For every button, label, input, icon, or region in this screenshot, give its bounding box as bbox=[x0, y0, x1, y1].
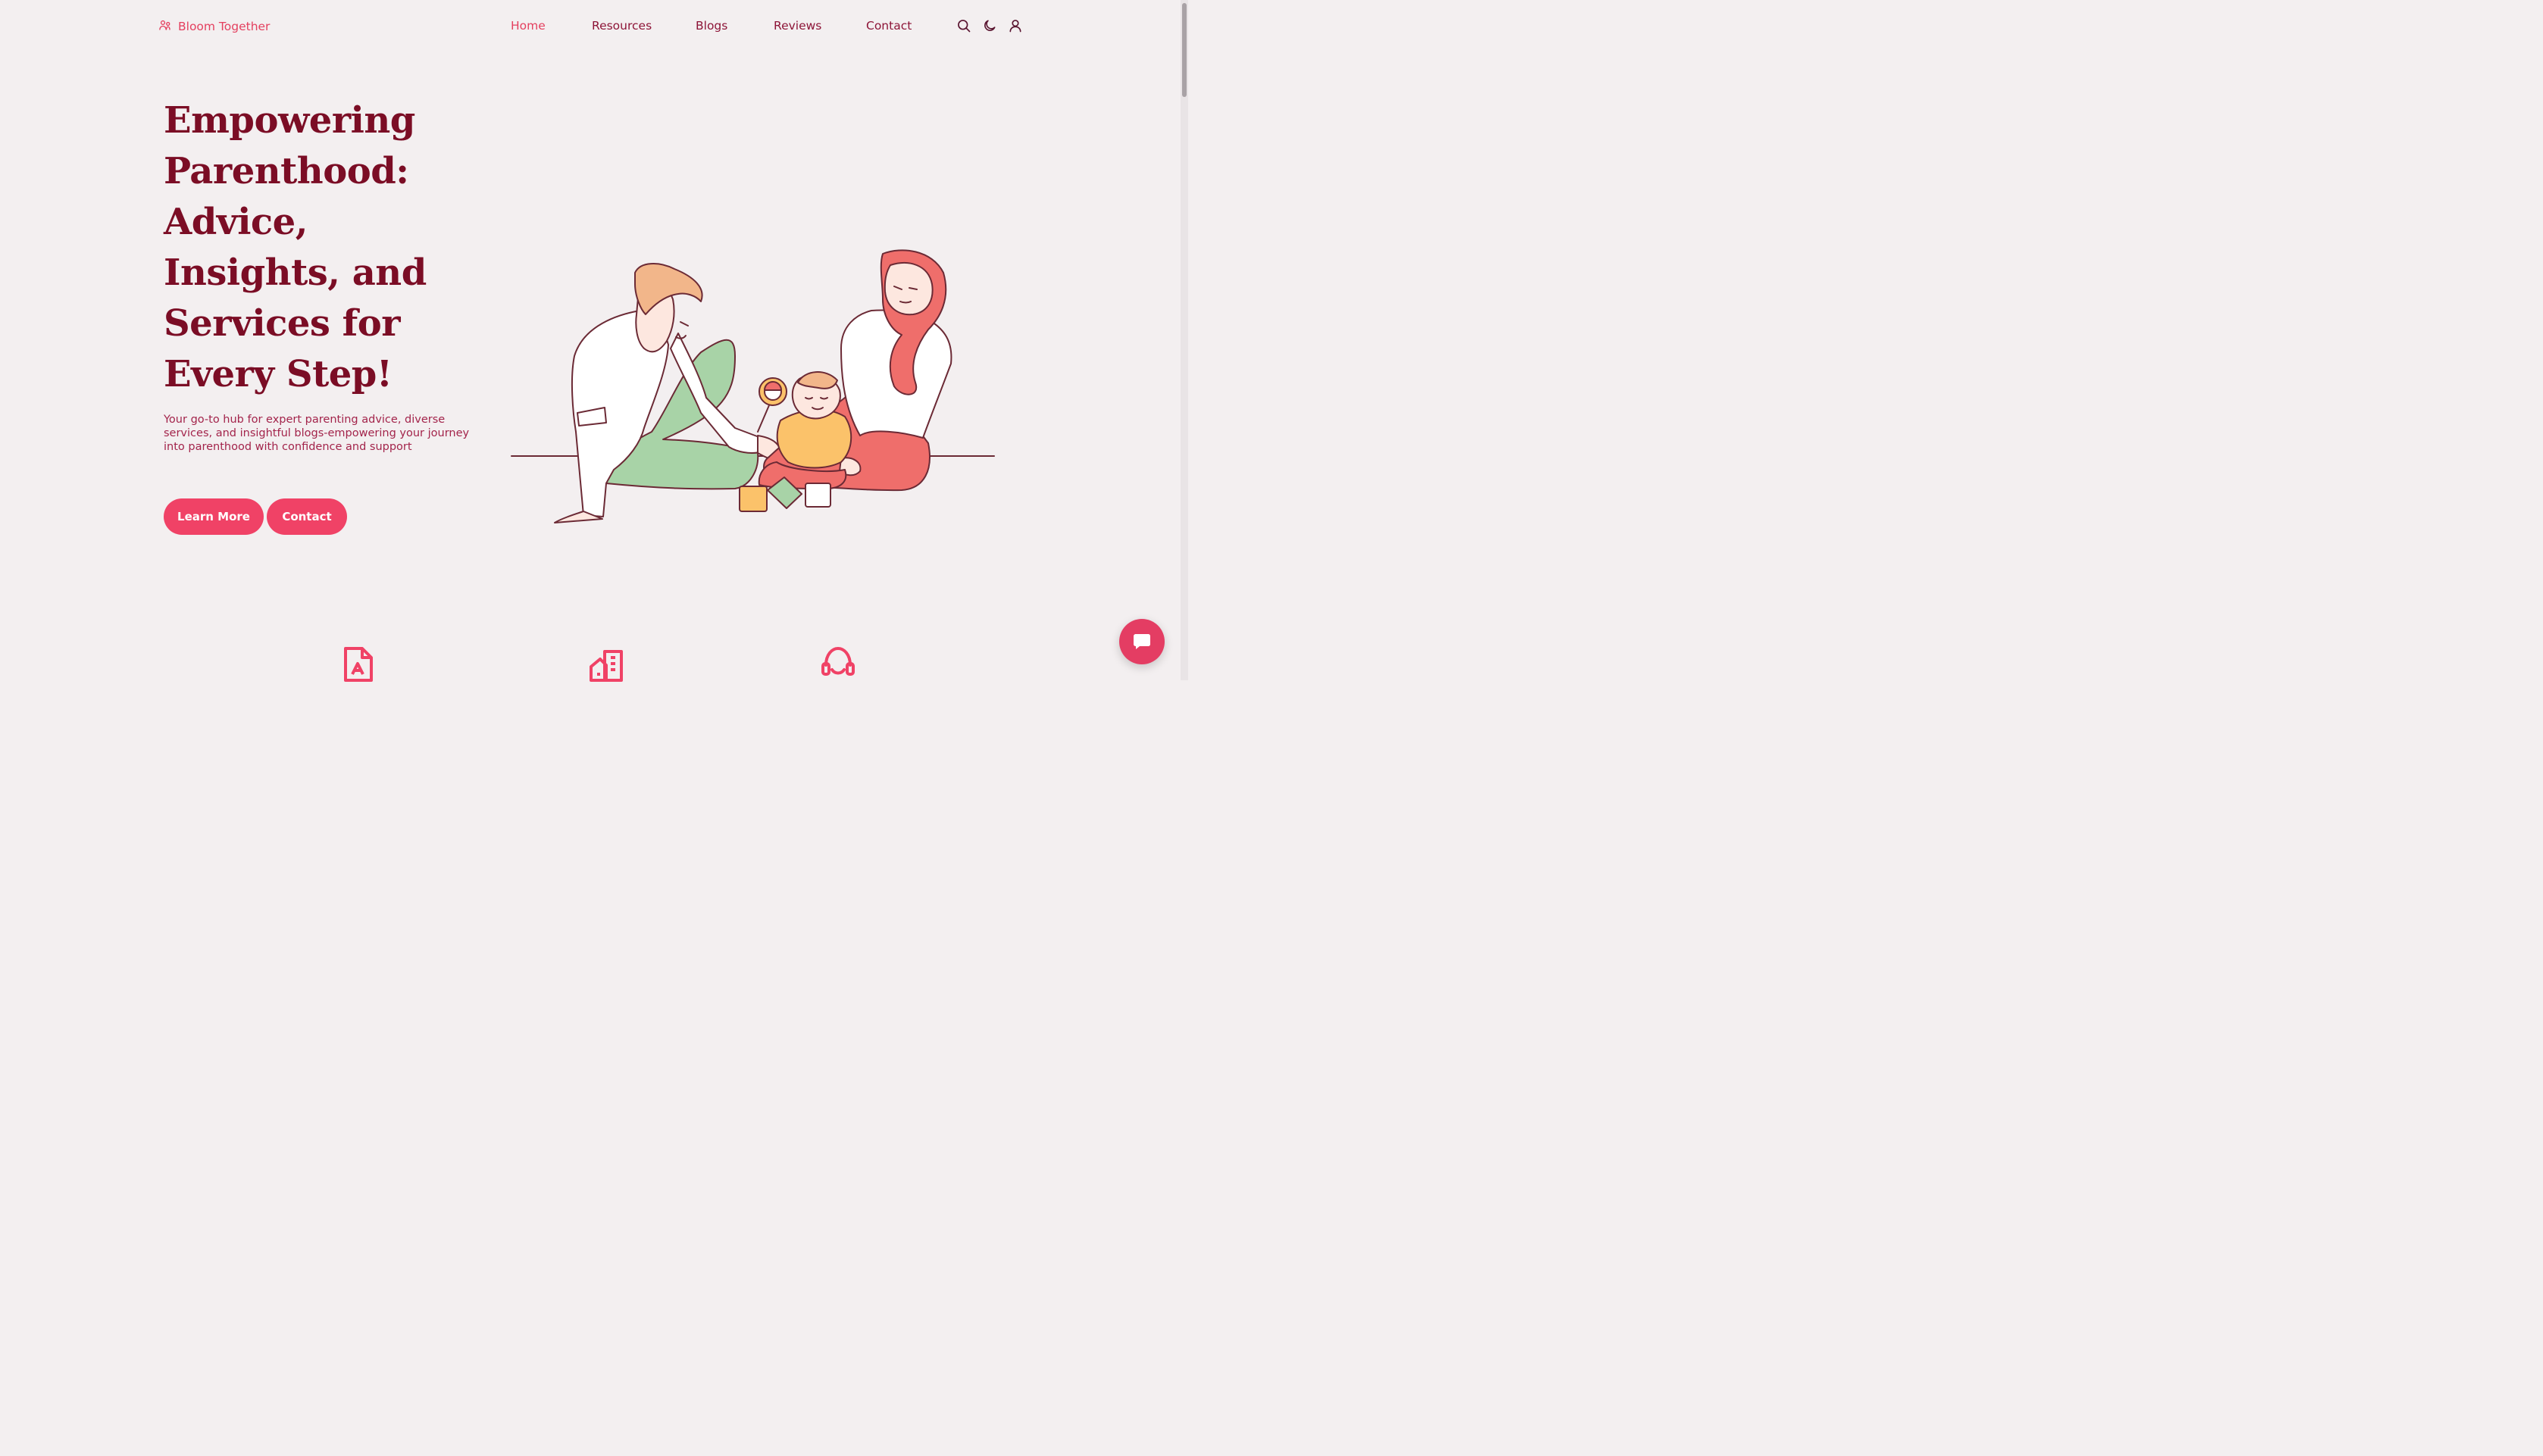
nav-contact[interactable]: Contact bbox=[866, 19, 912, 33]
headset-icon bbox=[820, 645, 856, 680]
top-navigation-bar: Bloom Together Home Resources Blogs Revi… bbox=[0, 0, 1181, 53]
search-icon[interactable] bbox=[956, 18, 971, 33]
main-nav: Home Resources Blogs Reviews Contact bbox=[0, 19, 1181, 34]
nav-resources[interactable]: Resources bbox=[592, 19, 652, 33]
user-icon[interactable] bbox=[1008, 18, 1023, 33]
contact-button[interactable]: Contact bbox=[267, 498, 347, 535]
moon-icon[interactable] bbox=[982, 18, 997, 33]
pdf-document-icon bbox=[339, 645, 376, 682]
page-scrollbar[interactable] bbox=[1181, 0, 1188, 680]
nav-blogs[interactable]: Blogs bbox=[696, 19, 727, 33]
nav-home[interactable]: Home bbox=[511, 19, 546, 33]
nav-reviews[interactable]: Reviews bbox=[774, 19, 821, 33]
buildings-icon bbox=[588, 645, 624, 682]
chat-button[interactable] bbox=[1119, 619, 1165, 664]
hero-subtitle: Your go-to hub for expert parenting advi… bbox=[164, 414, 470, 453]
scrollbar-thumb[interactable] bbox=[1182, 3, 1187, 97]
family-illustration bbox=[508, 242, 1000, 530]
learn-more-button[interactable]: Learn More bbox=[164, 498, 264, 535]
hero-title: Empowering Parenthood: Advice, Insights,… bbox=[164, 99, 427, 395]
chat-bubble-icon bbox=[1134, 634, 1150, 649]
